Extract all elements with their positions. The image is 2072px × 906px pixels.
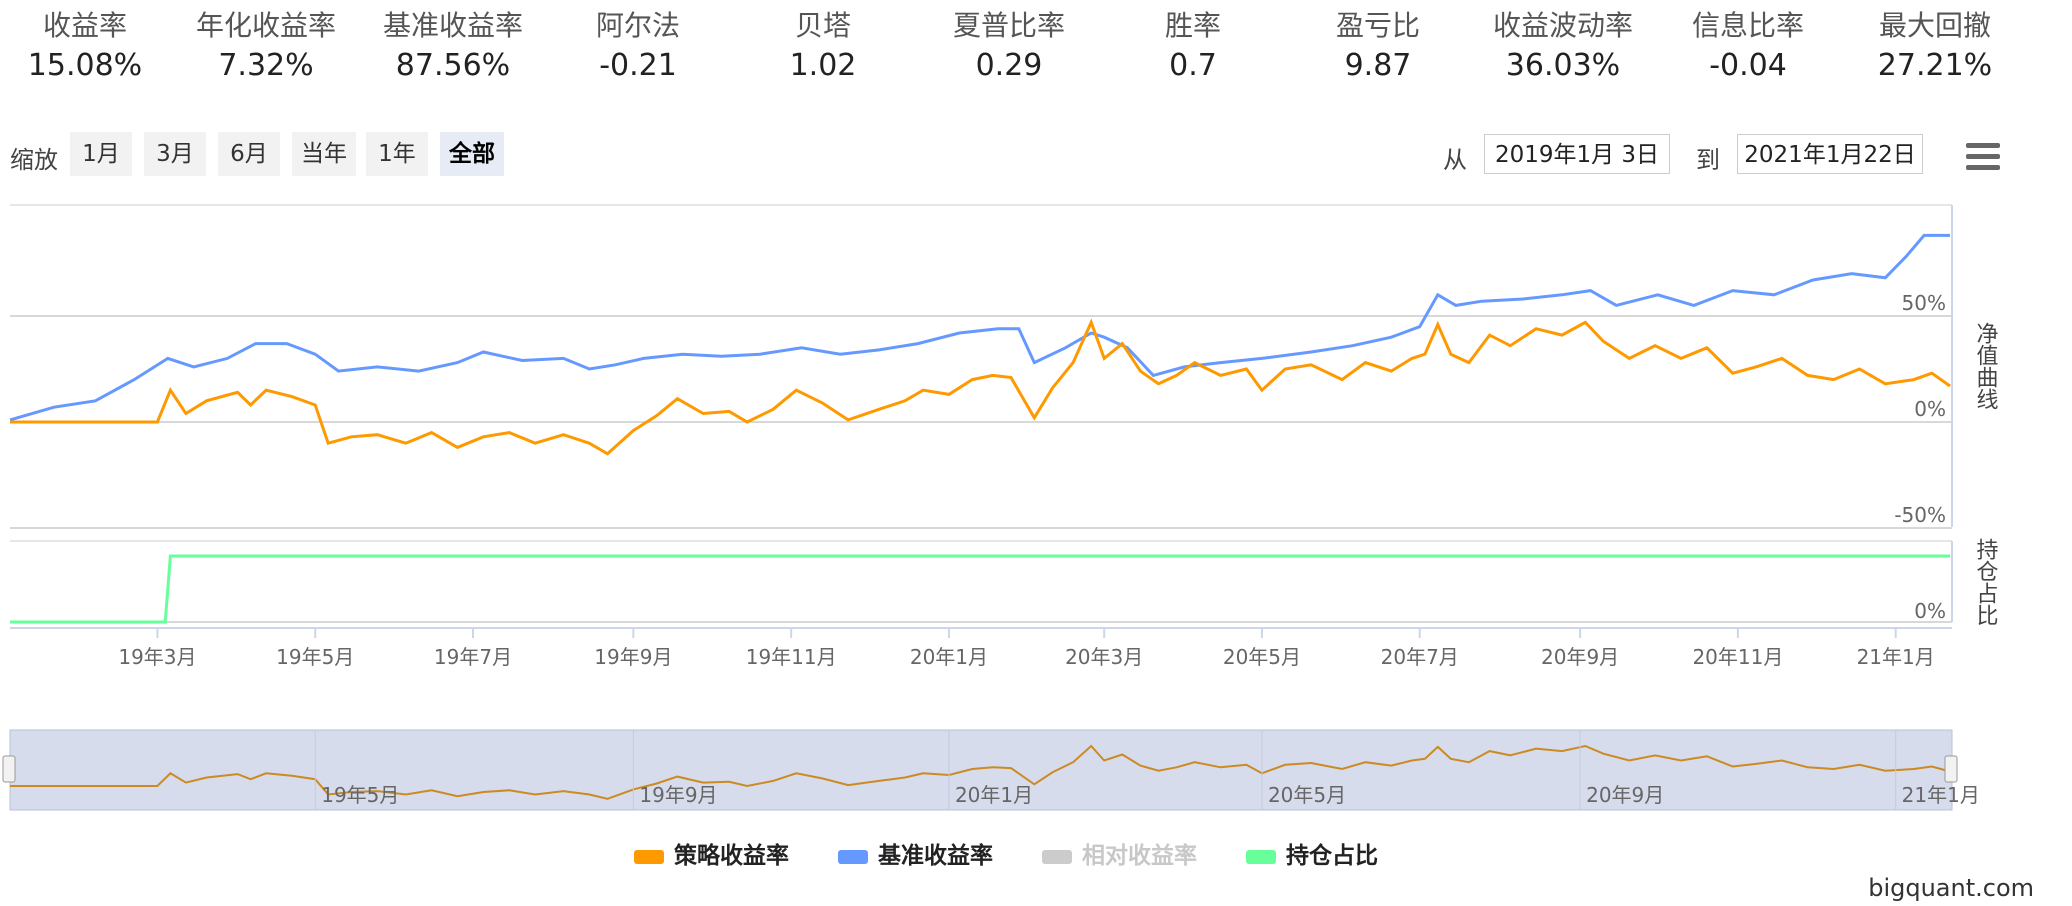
position-panel: 0% 持仓占比 [10, 538, 1999, 626]
y-tick-label: 0% [1914, 599, 1946, 623]
x-tick-label: 19年3月 [118, 645, 196, 669]
x-tick-label: 20年11月 [1692, 645, 1783, 669]
legend-item-strategy[interactable]: 策略收益率 [634, 836, 789, 876]
y-tick-label: -50% [1894, 503, 1946, 527]
legend-swatch [1042, 849, 1072, 864]
y-tick-label: 0% [1914, 397, 1946, 421]
x-tick-label: 20年1月 [910, 645, 988, 669]
x-tick-label: 20年3月 [1065, 645, 1143, 669]
series-position-line[interactable] [10, 554, 1950, 624]
navigator-tick-label: 20年9月 [1586, 783, 1664, 807]
x-tick-label: 20年7月 [1381, 645, 1459, 669]
chart-area[interactable]: 50% 0% -50% 净值曲线 0% 持仓占比 19年3月 19年5月 19年7月… [0, 0, 2072, 830]
legend-item-benchmark[interactable]: 基准收益率 [838, 836, 993, 876]
x-tick-label: 19年5月 [276, 645, 354, 669]
legend-label: 持仓占比 [1286, 843, 1378, 869]
legend-item-relative[interactable]: 相对收益率 [1042, 836, 1197, 876]
navigator[interactable]: 19年5月 19年9月 20年1月 20年5月 20年9月 21年1月 [2, 729, 1980, 811]
navigator-tick-label: 19年5月 [321, 783, 399, 807]
navigator-tick-label: 19年9月 [639, 783, 717, 807]
x-tick-label: 21年1月 [1857, 645, 1935, 669]
navigator-tick-label: 20年1月 [955, 783, 1033, 807]
navigator-tick-label: 21年1月 [1902, 783, 1980, 807]
x-tick-label: 20年9月 [1541, 645, 1619, 669]
x-tick-label: 19年7月 [434, 645, 512, 669]
legend-label: 策略收益率 [674, 843, 789, 869]
legend-item-position[interactable]: 持仓占比 [1246, 836, 1378, 876]
navigator-right-handle[interactable] [1944, 755, 1958, 783]
legend-swatch [838, 849, 868, 864]
navigator-tick-label: 20年5月 [1268, 783, 1346, 807]
main-panel-background [10, 205, 1952, 527]
main-panel: 50% 0% -50% 净值曲线 [9, 204, 1999, 529]
panel-title-position: 持仓占比 [1973, 538, 1999, 626]
legend: 策略收益率 基准收益率 相对收益率 持仓占比 [0, 836, 2072, 876]
legend-label: 相对收益率 [1082, 843, 1197, 869]
x-tick-label: 19年11月 [746, 645, 837, 669]
legend-swatch [1246, 849, 1276, 864]
navigator-left-handle[interactable] [2, 755, 16, 783]
legend-swatch [634, 849, 664, 864]
x-tick-label: 19年9月 [594, 645, 672, 669]
x-axis: 19年3月 19年5月 19年7月 19年9月 19年11月 20年1月 20年3月 20年5… [10, 627, 1952, 669]
legend-label: 基准收益率 [878, 843, 993, 869]
panel-title-main: 净值曲线 [1973, 322, 1999, 410]
y-tick-label: 50% [1902, 291, 1946, 315]
x-tick-label: 20年5月 [1223, 645, 1301, 669]
credit-watermark: bigquant.com [1868, 874, 2034, 902]
